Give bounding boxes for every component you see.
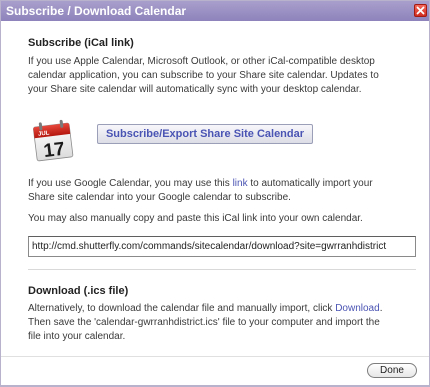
close-icon: [416, 6, 425, 15]
google-import-link[interactable]: link: [233, 178, 248, 189]
manual-copy-line: You may also manually copy and paste thi…: [28, 213, 363, 224]
download-description-line: Then save the 'calendar-gwrranhdistrict.…: [28, 317, 380, 328]
subscribe-section-title: Subscribe (iCal link): [28, 37, 134, 49]
section-divider: [28, 269, 416, 270]
close-button[interactable]: [414, 4, 427, 17]
download-section-title: Download (.ics file): [28, 285, 129, 297]
download-description-line: file into your calendar.: [28, 331, 126, 342]
dialog-footer: Done: [1, 356, 429, 386]
subscribe-description-line: your Share site calendar will automatica…: [28, 84, 362, 95]
dialog-titlebar: Subscribe / Download Calendar: [1, 1, 429, 21]
manual-copy-text: You may also manually copy and paste thi…: [28, 212, 413, 226]
download-text-before: Alternatively, to download the calendar …: [28, 303, 336, 314]
calendar-icon: JUL 17: [33, 119, 74, 162]
download-description-line: Alternatively, to download the calendar …: [28, 302, 413, 316]
subscribe-description-line: calendar application, you can subscribe …: [28, 70, 379, 81]
dialog-title: Subscribe / Download Calendar: [6, 4, 187, 18]
download-text-after: .: [379, 303, 383, 314]
footer-divider: [1, 356, 429, 357]
google-text-after: to automatically import your: [247, 178, 373, 189]
subscribe-description: If you use Apple Calendar, Microsoft Out…: [28, 55, 413, 97]
google-calendar-line: Share site calendar into your Google cal…: [28, 192, 291, 203]
subscribe-description-line: If you use Apple Calendar, Microsoft Out…: [28, 56, 375, 67]
subscribe-export-button[interactable]: Subscribe/Export Share Site Calendar: [97, 124, 313, 144]
done-button[interactable]: Done: [367, 363, 417, 378]
footer-bottom-border: [1, 385, 429, 386]
ical-link-input[interactable]: [28, 236, 416, 257]
subscribe-download-dialog: Subscribe / Download Calendar Subscribe …: [0, 0, 430, 387]
dialog-content: Subscribe (iCal link) If you use Apple C…: [1, 21, 429, 356]
download-link[interactable]: Download: [335, 303, 379, 314]
calendar-icon-day: 17: [42, 139, 66, 162]
download-description: Alternatively, to download the calendar …: [28, 302, 413, 344]
google-calendar-description: If you use Google Calendar, you may use …: [28, 177, 413, 205]
google-text-before: If you use Google Calendar, you may use …: [28, 178, 233, 189]
google-calendar-line: If you use Google Calendar, you may use …: [28, 177, 413, 191]
